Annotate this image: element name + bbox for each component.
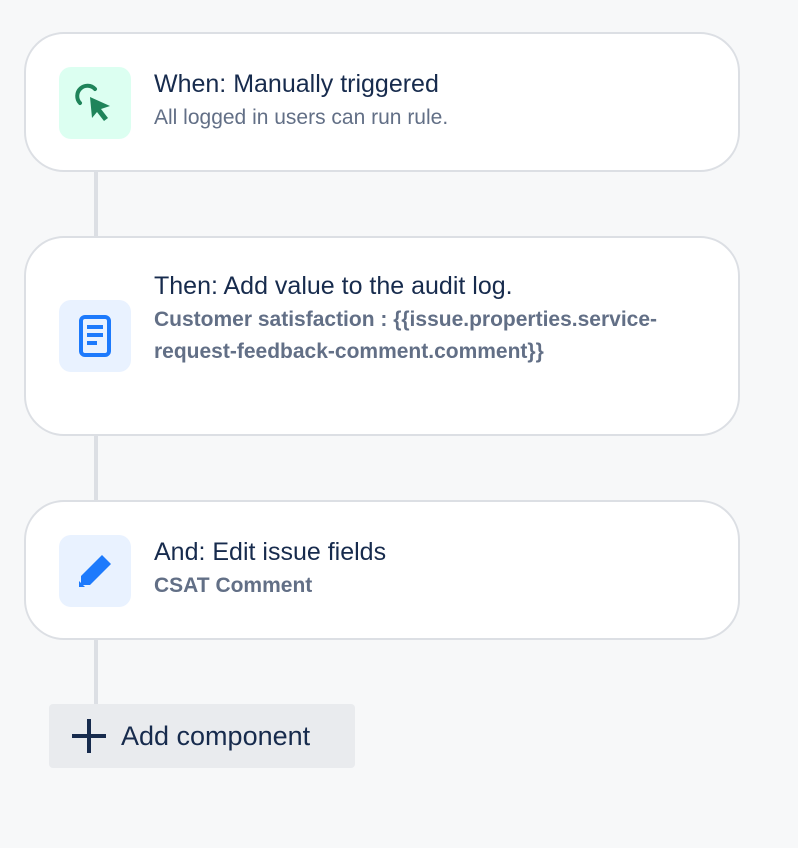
cursor-click-icon: [59, 67, 131, 139]
audit-log-action-card[interactable]: Then: Add value to the audit log. Custom…: [24, 236, 740, 436]
flow-connector: [94, 434, 98, 502]
trigger-card[interactable]: When: Manually triggered All logged in u…: [24, 32, 740, 172]
edit-issue-detail: CSAT Comment: [154, 574, 313, 597]
audit-log-detail: Customer satisfaction : {{issue.properti…: [154, 308, 658, 363]
audit-log-title: Then: Add value to the audit log.: [154, 272, 513, 300]
trigger-subtitle: All logged in users can run rule.: [154, 106, 449, 129]
trigger-title: When: Manually triggered: [154, 70, 439, 98]
plus-icon: [71, 718, 107, 754]
flow-connector: [94, 170, 98, 238]
document-icon: [59, 300, 131, 372]
add-component-button[interactable]: Add component: [49, 704, 355, 768]
pencil-icon: [59, 535, 131, 607]
add-component-label: Add component: [121, 720, 311, 751]
edit-issue-title: And: Edit issue fields: [154, 538, 387, 566]
edit-issue-fields-card[interactable]: And: Edit issue fields CSAT Comment: [24, 500, 740, 640]
flow-connector: [94, 638, 98, 706]
